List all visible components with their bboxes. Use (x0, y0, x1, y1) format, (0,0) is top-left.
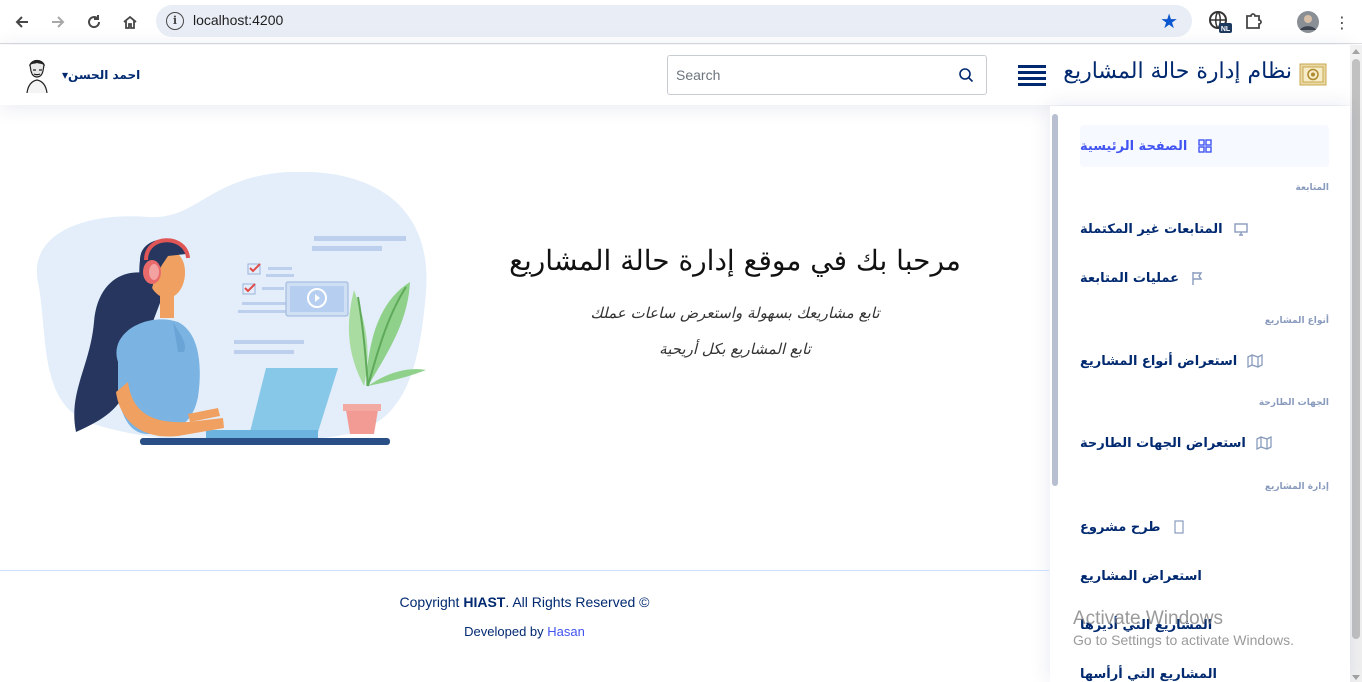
sidebar-item-label: استعراض المشاريع (1080, 568, 1202, 584)
extension-globe-icon[interactable]: NL (1208, 10, 1232, 34)
search-input[interactable] (668, 56, 948, 94)
flag-icon (1192, 272, 1203, 285)
welcome-subtitle-1: تابع مشاريعك بسهولة واستعرض ساعات عملك (590, 304, 880, 322)
sidebar-item-label: المتابعات غير المكتملة (1080, 221, 1223, 237)
sidebar-heading-followup: المتابعة (1295, 183, 1329, 193)
sidebar-item-label: طرح مشروع (1080, 519, 1161, 535)
bookmark-star-icon[interactable]: ★ (1160, 9, 1178, 33)
sidebar-item-view-project-types[interactable]: استعراض أنواع المشاريع (1080, 340, 1329, 382)
sidebar-heading-issuers: الجهات الطارحة (1258, 398, 1329, 408)
address-bar[interactable]: i localhost:4200 ★ (156, 5, 1192, 37)
sidebar-item-label: المشاريع التي أرأسها (1080, 666, 1217, 682)
copyright-text: Copyright HIAST. All Rights Reserved © (399, 594, 650, 610)
sidebar-item-incomplete-followups[interactable]: المتابعات غير المكتملة (1080, 208, 1329, 250)
sidebar-item-label: الصفحة الرئيسية (1080, 138, 1188, 154)
developer-link[interactable]: Hasan (547, 624, 585, 639)
credits-text: Developed by Hasan (464, 624, 585, 639)
sidebar-item-view-projects[interactable]: استعراض المشاريع (1080, 555, 1329, 597)
ext-badge: NL (1221, 26, 1231, 33)
square-icon (1173, 520, 1184, 534)
sidebar-item-headed-projects[interactable]: المشاريع التي أرأسها (1080, 653, 1329, 682)
welcome-subtitle-2: تابع المشاريع بكل أريحية (659, 340, 811, 358)
sidebar-item-propose-project[interactable]: طرح مشروع (1080, 506, 1329, 548)
page-scrollbar[interactable] (1350, 45, 1362, 682)
sidebar-item-followup-operations[interactable]: عمليات المتابعة (1080, 257, 1329, 299)
forward-icon[interactable] (44, 8, 72, 36)
browser-toolbar: i localhost:4200 ★ NL ⋮ (0, 0, 1362, 44)
monitor-icon (1233, 223, 1248, 236)
avatar[interactable] (22, 57, 52, 94)
map-icon (1256, 435, 1272, 451)
footer: Copyright HIAST. All Rights Reserved © D… (0, 570, 1049, 682)
site-info-icon[interactable]: i (166, 12, 184, 30)
profile-dropdown[interactable]: احمد الحسن▾ (22, 57, 140, 94)
woman-laptop-illustration (36, 172, 427, 445)
sidebar-item-label: عمليات المتابعة (1080, 270, 1180, 286)
sidebar: الصفحة الرئيسية المتابعة المتابعات غير ا… (1050, 106, 1350, 682)
welcome-title: مرحبا بك في موقع إدارة حالة المشاريع (509, 244, 961, 277)
main-content: مرحبا بك في موقع إدارة حالة المشاريع تاب… (0, 106, 1049, 570)
back-icon[interactable] (8, 8, 36, 36)
grid-icon (1198, 139, 1213, 153)
sidebar-item-label: استعراض الجهات الطارحة (1080, 435, 1246, 451)
sidebar-toggle-icon[interactable] (1018, 65, 1046, 87)
reload-icon[interactable] (80, 8, 108, 36)
browser-menu-icon[interactable]: ⋮ (1328, 8, 1356, 36)
map-icon (1247, 353, 1263, 369)
sidebar-scrollbar-thumb[interactable] (1052, 114, 1058, 486)
sidebar-heading-project-types: أنواع المشاريع (1264, 316, 1329, 326)
search-icon[interactable] (958, 67, 974, 83)
home-icon[interactable] (116, 8, 144, 36)
app-title[interactable]: نظام إدارة حالة المشاريع (1063, 59, 1292, 84)
logo-icon[interactable] (1299, 61, 1327, 87)
copyright-brand: HIAST (463, 594, 506, 610)
scrollbar-thumb[interactable] (1352, 59, 1360, 639)
sidebar-item-label: استعراض أنواع المشاريع (1080, 353, 1238, 369)
app-header: نظام إدارة حالة المشاريع احمد الحسن▾ (0, 45, 1350, 105)
sidebar-item-view-issuers[interactable]: استعراض الجهات الطارحة (1080, 422, 1329, 464)
url-text: localhost:4200 (193, 12, 284, 28)
sidebar-heading-project-management: إدارة المشاريع (1264, 482, 1329, 492)
user-name[interactable]: احمد الحسن▾ (62, 68, 140, 82)
search-bar (667, 55, 987, 95)
scroll-up-arrow-icon[interactable] (1352, 49, 1360, 54)
sidebar-item-home[interactable]: الصفحة الرئيسية (1080, 125, 1329, 167)
scroll-down-arrow-icon[interactable] (1352, 675, 1360, 680)
windows-activation-watermark: Activate Windows Go to Settings to activ… (1073, 608, 1294, 648)
extensions-puzzle-icon[interactable] (1243, 10, 1267, 34)
browser-profile-avatar[interactable] (1296, 10, 1320, 34)
